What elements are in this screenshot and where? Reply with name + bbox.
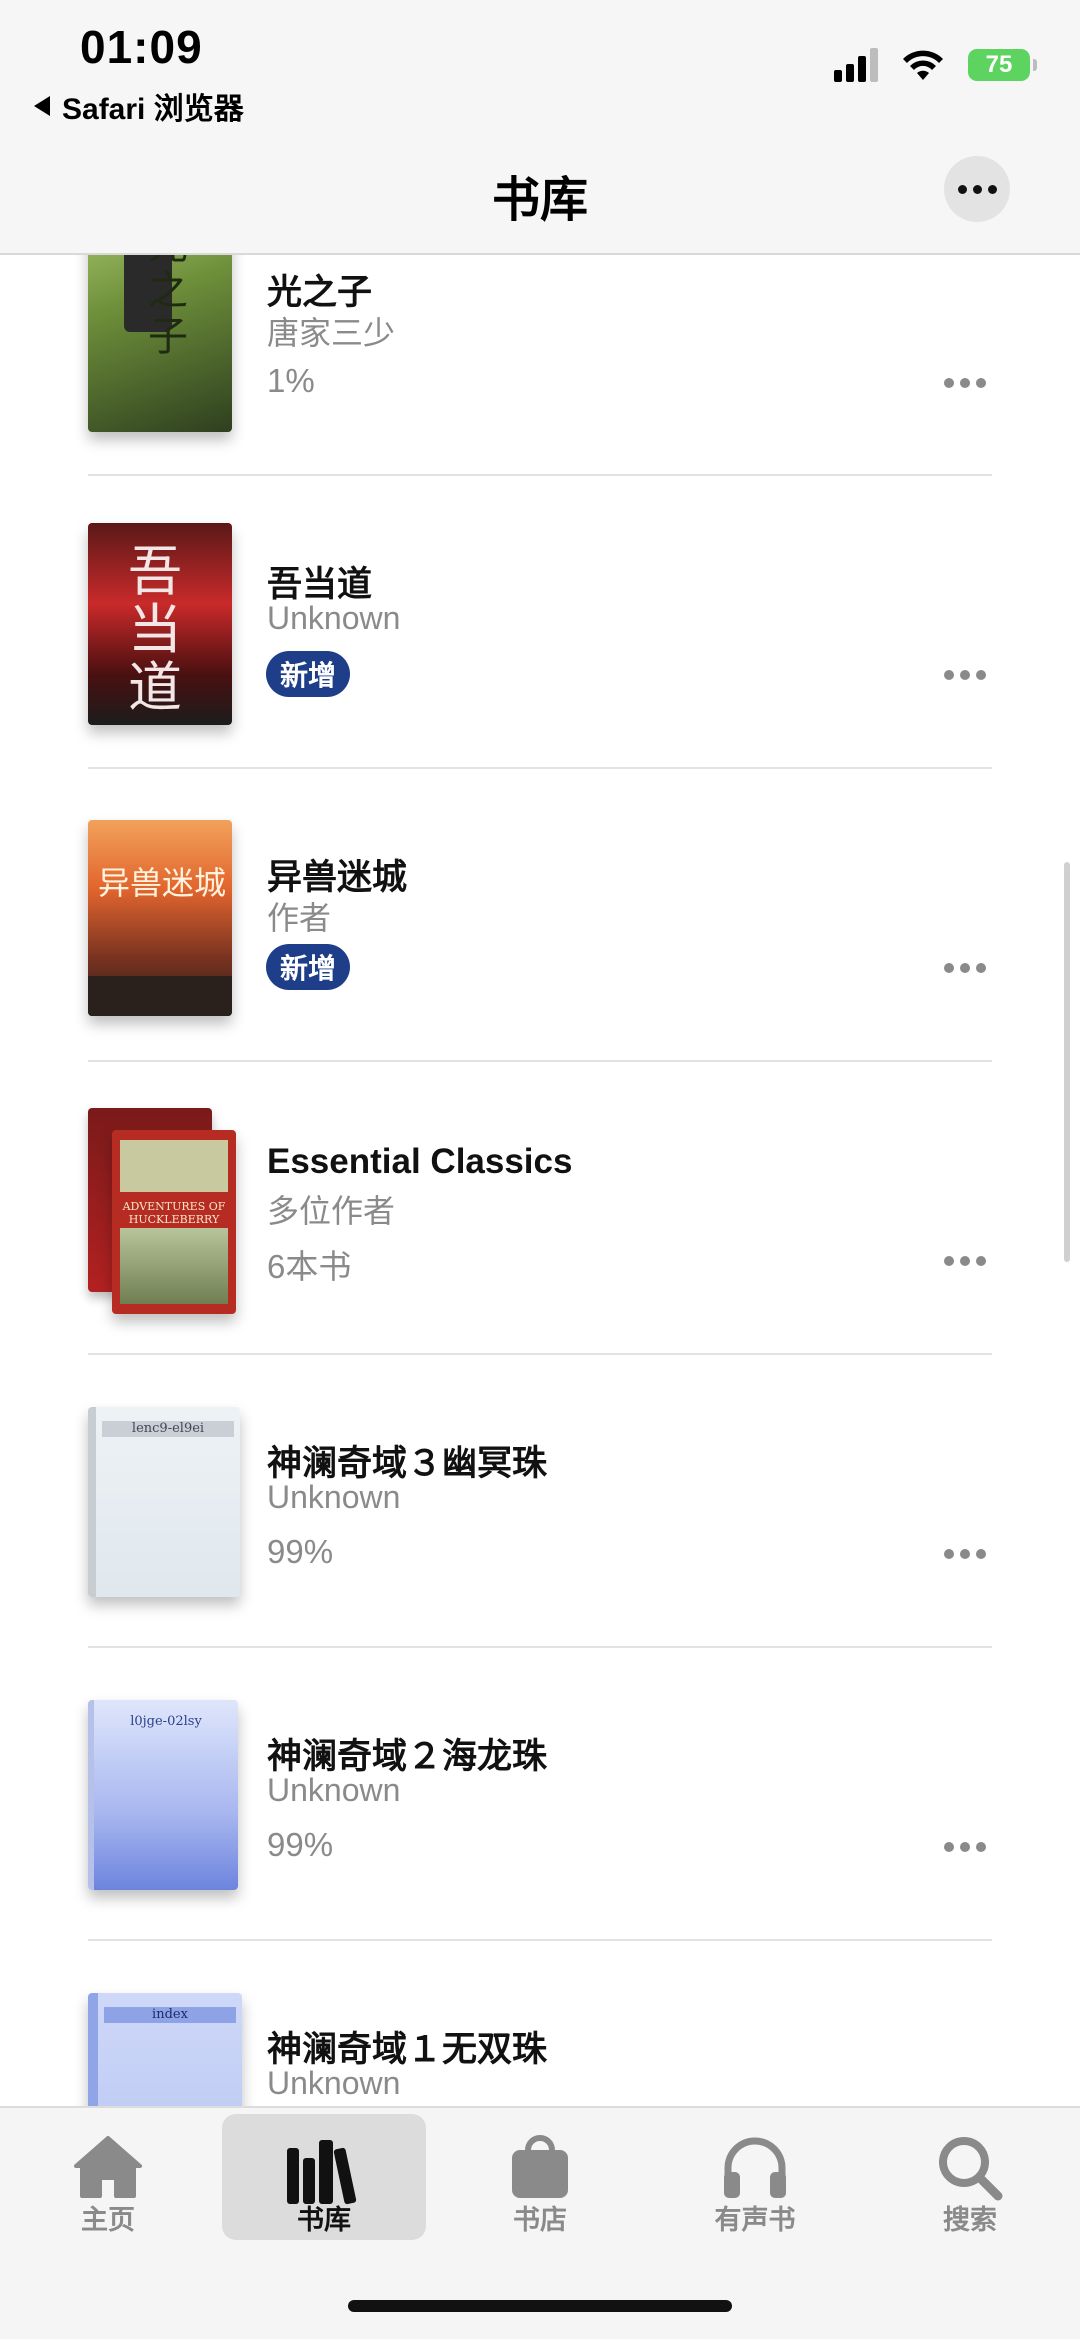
wifi-icon bbox=[903, 50, 943, 80]
book-author: Unknown bbox=[267, 600, 401, 636]
list-item[interactable]: l0jge-02lsy 神澜奇域２海龙珠 Unknown 99% bbox=[0, 1648, 1080, 1941]
status-icons: 75 bbox=[834, 48, 1037, 82]
more-options-icon[interactable] bbox=[944, 378, 986, 388]
tab-search[interactable]: 搜索 bbox=[870, 2114, 1070, 2240]
tab-label: 书库 bbox=[297, 2205, 351, 2235]
cover-title: 异兽迷城 bbox=[98, 864, 227, 902]
book-author: 多位作者 bbox=[267, 1193, 396, 1229]
headphones-icon bbox=[724, 2137, 786, 2198]
tab-store[interactable]: 书店 bbox=[440, 2114, 640, 2240]
book-cover[interactable]: ADVENTURES OF HUCKLEBERRY FINN MARK TWAI… bbox=[112, 1130, 236, 1314]
book-progress: 1% bbox=[267, 362, 315, 399]
list-item[interactable]: 异兽迷城 异兽迷城 作者 新增 bbox=[0, 769, 1080, 1062]
book-cover[interactable]: lenc9-el9ei bbox=[88, 1407, 240, 1597]
book-title: Essential Classics bbox=[267, 1142, 573, 1181]
home-icon bbox=[74, 2136, 142, 2198]
book-count: 6本书 bbox=[267, 1248, 352, 1285]
book-author: 唐家三少 bbox=[267, 315, 396, 351]
battery-level: 75 bbox=[985, 51, 1013, 78]
tab-home[interactable]: 主页 bbox=[8, 2114, 208, 2240]
tab-library[interactable]: 书库 bbox=[222, 2114, 426, 2240]
list-item[interactable]: ADVENTURES OF HUCKLEBERRY FINN MARK TWAI… bbox=[0, 1062, 1080, 1355]
back-arrow-icon bbox=[34, 96, 50, 116]
cellular-signal-icon bbox=[834, 48, 878, 82]
more-options-icon[interactable] bbox=[944, 1256, 986, 1266]
book-progress: 99% bbox=[267, 1826, 334, 1863]
top-bar: 01:09 Safari 浏览器 75 书库 bbox=[0, 0, 1080, 255]
more-options-icon[interactable] bbox=[944, 670, 986, 680]
more-options-icon[interactable] bbox=[944, 1549, 986, 1559]
book-author: Unknown bbox=[267, 1772, 401, 1808]
new-badge: 新增 bbox=[266, 651, 351, 697]
book-cover[interactable]: l0jge-02lsy bbox=[88, 1700, 238, 1890]
book-cover[interactable]: 吾当道 bbox=[88, 523, 232, 725]
cover-title: lenc9-el9ei bbox=[102, 1421, 234, 1437]
tab-audiobooks[interactable]: 有声书 bbox=[655, 2114, 855, 2240]
list-item[interactable]: 吾当道 吾当道 Unknown 新增 bbox=[0, 476, 1080, 769]
page-title: 书库 bbox=[491, 174, 588, 227]
tab-label: 主页 bbox=[81, 2205, 135, 2235]
cover-title: l0jge-02lsy bbox=[130, 1714, 202, 1729]
book-author: 作者 bbox=[267, 900, 332, 936]
tab-label: 搜索 bbox=[943, 2205, 997, 2235]
book-cover[interactable]: 异兽迷城 bbox=[88, 820, 232, 1016]
more-options-icon[interactable] bbox=[944, 1842, 986, 1852]
book-author: Unknown bbox=[267, 2065, 401, 2101]
status-time: 01:09 bbox=[80, 21, 203, 73]
battery-icon: 75 bbox=[968, 49, 1037, 81]
search-icon bbox=[939, 2137, 1003, 2201]
bag-icon bbox=[512, 2135, 568, 2198]
new-badge: 新增 bbox=[266, 944, 351, 990]
home-indicator[interactable] bbox=[348, 2300, 732, 2312]
more-options-icon[interactable] bbox=[944, 963, 986, 973]
cover-title: index bbox=[104, 2007, 236, 2023]
book-author: Unknown bbox=[267, 1479, 401, 1515]
more-menu-button[interactable] bbox=[944, 156, 1010, 222]
cover-title: 吾当道 bbox=[128, 540, 182, 719]
library-icon bbox=[287, 2140, 357, 2205]
tab-label: 书店 bbox=[513, 2205, 567, 2235]
back-label: Safari 浏览器 bbox=[62, 93, 244, 126]
tab-label: 有声书 bbox=[714, 2205, 796, 2235]
book-progress: 99% bbox=[267, 1533, 334, 1570]
list-item[interactable]: lenc9-el9ei 神澜奇域３幽冥珠 Unknown 99% bbox=[0, 1355, 1080, 1648]
back-to-safari[interactable]: Safari 浏览器 bbox=[34, 84, 244, 128]
scroll-indicator[interactable] bbox=[1064, 862, 1070, 1262]
